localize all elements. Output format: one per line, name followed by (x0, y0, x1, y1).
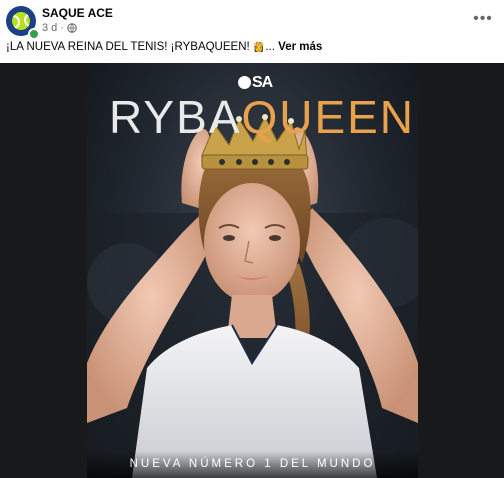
brand-text: SA (252, 74, 273, 91)
brand-circle-icon (238, 76, 251, 89)
page-name-link[interactable]: SAQUE ACE (42, 6, 113, 20)
online-status-dot (28, 28, 40, 40)
princess-emoji-icon: 👸 (252, 42, 266, 53)
post-time[interactable]: 3 d (42, 22, 57, 34)
more-horizontal-icon: ••• (473, 10, 493, 27)
post-caption: ¡LA NUEVA REINA DEL TENIS! ¡RYBAQUEEN! 👸… (6, 41, 322, 53)
poster-subtitle: NUEVA NÚMERO 1 DEL MUNDO (129, 458, 376, 470)
globe-icon (67, 23, 77, 33)
more-options-button[interactable]: ••• (472, 8, 494, 30)
post-header: SAQUE ACE 3 d · ••• (0, 0, 504, 40)
poster-image: SA RYBAQUEEN NUEVA NÚMERO 1 DEL MUNDO (87, 63, 418, 478)
post-media[interactable]: SA RYBAQUEEN NUEVA NÚMERO 1 DEL MUNDO (0, 63, 504, 478)
headline-queen: QUEEN (241, 91, 416, 143)
caption-text: ¡LA NUEVA REINA DEL TENIS! ¡RYBAQUEEN! (6, 41, 253, 53)
poster-headline: RYBAQUEEN (109, 90, 415, 144)
see-more-link[interactable]: Ver más (278, 41, 322, 53)
caption-ellipsis: ... (265, 41, 275, 53)
tennis-ball-icon (12, 12, 30, 30)
meta-separator: · (60, 22, 64, 34)
headline-ryba: RYBA (109, 91, 242, 143)
post-meta: 3 d · (42, 22, 77, 34)
